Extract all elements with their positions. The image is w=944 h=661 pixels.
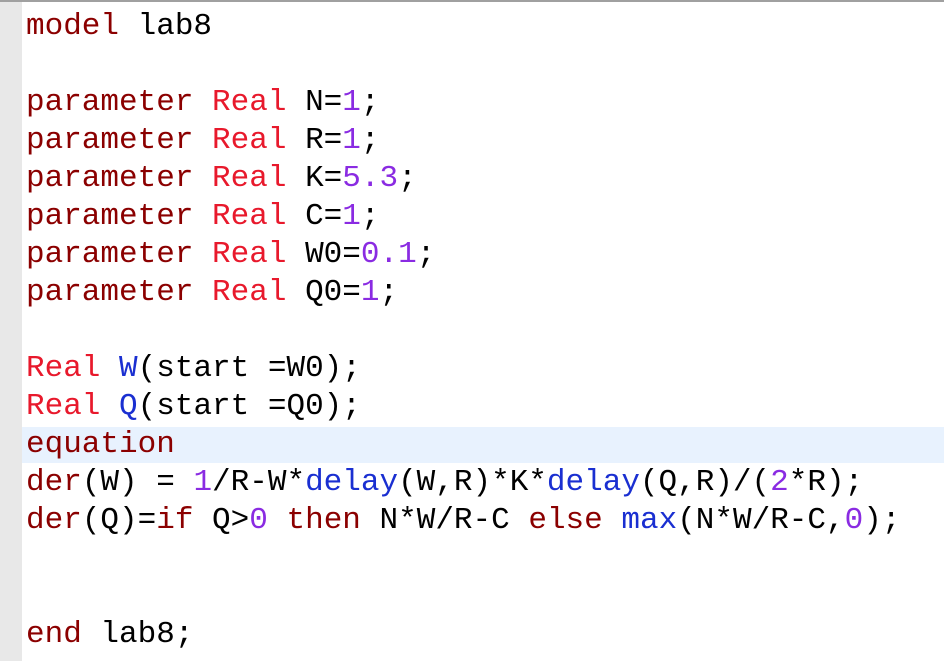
code-line[interactable] — [26, 46, 944, 84]
code-area[interactable]: model lab8 parameter Real N=1; parameter R… — [22, 8, 944, 654]
code-token: parameter — [26, 85, 194, 120]
code-token: parameter — [26, 275, 194, 310]
code-line[interactable]: end lab8; — [26, 616, 944, 654]
code-token: if — [156, 503, 194, 538]
code-token: parameter — [26, 161, 194, 196]
code-line[interactable]: Real Q(start =Q0); — [26, 388, 944, 426]
code-token: max — [621, 503, 678, 538]
code-token: delay — [305, 465, 399, 500]
code-line[interactable]: der(W) = 1/R-W*delay(W,R)*K*delay(Q,R)/(… — [26, 464, 944, 502]
code-token: (start =W0); — [137, 351, 361, 386]
code-line[interactable]: parameter Real Q0=1; — [26, 274, 944, 312]
code-line[interactable] — [26, 578, 944, 616]
code-token: Real — [26, 389, 101, 424]
editor-gutter — [0, 2, 22, 661]
code-token: Real — [212, 237, 287, 272]
code-token: N= — [286, 85, 343, 120]
code-token: delay — [546, 465, 640, 500]
code-token: 1 — [360, 275, 380, 310]
code-token: 1 — [342, 199, 361, 234]
code-token: ); — [863, 503, 901, 538]
code-token: *R); — [788, 465, 864, 500]
code-token: W0= — [286, 237, 361, 272]
code-token: parameter — [26, 199, 194, 234]
code-token: 2 — [770, 465, 789, 500]
code-token: else — [528, 503, 603, 538]
code-editor[interactable]: model lab8 parameter Real N=1; parameter R… — [0, 0, 944, 661]
code-token: ; — [360, 85, 380, 120]
code-line[interactable]: parameter Real W0=0.1; — [26, 236, 944, 274]
code-token: 1 — [342, 123, 361, 158]
code-line[interactable]: parameter Real C=1; — [26, 198, 944, 236]
code-token: ; — [379, 275, 399, 310]
code-token: ; — [360, 199, 380, 234]
code-token: lab8; — [81, 617, 194, 652]
code-token: der — [26, 503, 82, 538]
code-token: /R-W* — [212, 465, 306, 500]
code-token: Q — [119, 389, 138, 424]
code-token: equation — [26, 427, 175, 462]
code-token: W — [119, 351, 138, 386]
code-token: parameter — [26, 123, 194, 158]
code-token: lab8 — [119, 9, 213, 44]
code-line[interactable] — [26, 312, 944, 350]
code-line[interactable]: der(Q)=if Q>0 then N*W/R-C else max(N*W/… — [26, 502, 944, 540]
code-token: N*W/R-C — [360, 503, 529, 538]
code-token: model — [26, 9, 120, 44]
code-token: Q> — [193, 503, 250, 538]
code-token: 1 — [193, 465, 213, 500]
code-line[interactable]: parameter Real K=5.3; — [26, 160, 944, 198]
code-token: Q0= — [286, 275, 361, 310]
code-token: end — [26, 617, 82, 652]
code-line[interactable]: equation — [22, 426, 944, 464]
code-token: 5.3 — [342, 161, 399, 196]
code-token: Real — [212, 85, 287, 120]
code-token: der — [26, 465, 82, 500]
code-token: (Q,R)/( — [639, 465, 771, 500]
code-token: 0 — [844, 503, 864, 538]
code-token: (W,R)*K* — [398, 465, 547, 500]
code-token: ; — [416, 237, 436, 272]
code-line[interactable]: model lab8 — [26, 8, 944, 46]
code-line[interactable]: parameter Real N=1; — [26, 84, 944, 122]
code-token: Real — [212, 275, 287, 310]
code-token: (Q)= — [81, 503, 157, 538]
code-line[interactable] — [26, 540, 944, 578]
code-token: Real — [26, 351, 101, 386]
code-token: then — [286, 503, 361, 538]
code-token: Real — [212, 199, 287, 234]
code-token: C= — [286, 199, 343, 234]
code-token: 0 — [249, 503, 268, 538]
code-token: parameter — [26, 237, 194, 272]
code-line[interactable]: parameter Real R=1; — [26, 122, 944, 160]
code-token: Real — [212, 123, 287, 158]
code-token: 0.1 — [360, 237, 417, 272]
code-token: (start =Q0); — [137, 389, 361, 424]
code-token: (N*W/R-C, — [677, 503, 845, 538]
code-token: Real — [212, 161, 287, 196]
code-token: ; — [398, 161, 417, 196]
code-token: (W) = — [81, 465, 194, 500]
code-line[interactable]: Real W(start =W0); — [26, 350, 944, 388]
code-token: 1 — [342, 85, 361, 120]
code-token: K= — [286, 161, 343, 196]
code-token: ; — [360, 123, 380, 158]
code-token: R= — [286, 123, 343, 158]
